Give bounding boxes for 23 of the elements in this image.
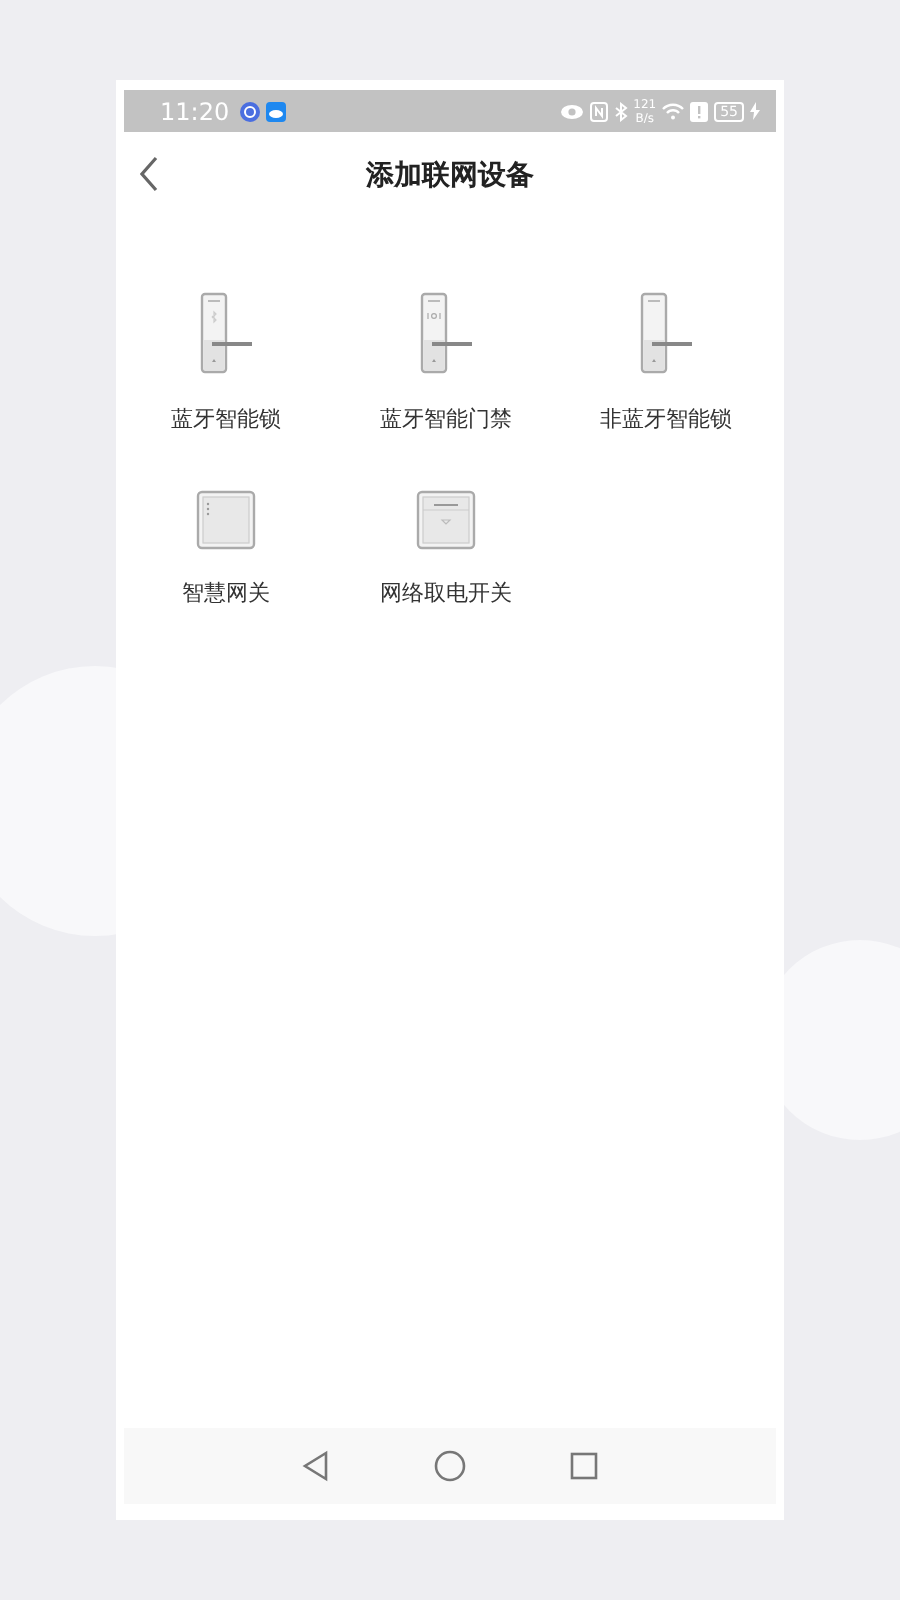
nfc-icon [589, 101, 608, 121]
power-switch-icon [416, 490, 476, 550]
device-option[interactable]: 网络取电开关 [336, 490, 556, 608]
app-notification-icon [239, 101, 260, 121]
clock: 11:20 [160, 97, 230, 125]
charging-icon [750, 102, 760, 120]
wifi-icon [662, 102, 685, 120]
door-lock-icon [636, 292, 696, 376]
home-button[interactable] [434, 1450, 466, 1482]
door-lock-icon [196, 292, 256, 376]
door-lock-icon [416, 292, 476, 376]
back-nav-button[interactable] [302, 1450, 330, 1482]
sim-alert-icon [690, 101, 709, 121]
device-option[interactable]: 智慧网关 [116, 490, 336, 608]
device-option[interactable]: 蓝牙智能锁 [116, 292, 336, 434]
gateway-device-icon [196, 490, 256, 550]
recents-button[interactable] [570, 1452, 598, 1480]
eye-icon [559, 103, 584, 119]
bluetooth-icon [613, 101, 628, 121]
weather-icon [265, 101, 286, 121]
device-option[interactable]: 非蓝牙智能锁 [556, 292, 776, 434]
device-option[interactable]: 蓝牙智能门禁 [336, 292, 556, 434]
page-title: 添加联网设备 [366, 158, 534, 194]
